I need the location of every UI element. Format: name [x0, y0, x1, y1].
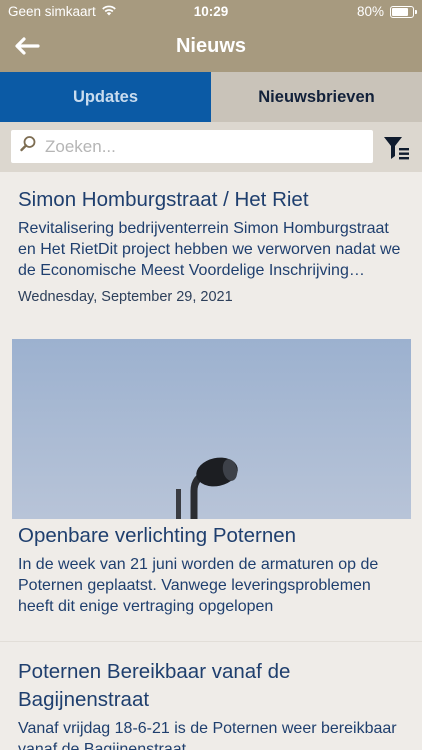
- news-item-title: Simon Homburgstraat / Het Riet: [18, 188, 309, 211]
- news-item[interactable]: Openbare verlichting Poternen In de week…: [0, 522, 422, 617]
- tab-bar: Updates Nieuwsbrieven: [0, 72, 422, 122]
- app-header: Geen simkaart 10:29 80% Nieuws: [0, 0, 422, 72]
- news-item-summary: Vanaf vrijdag 18-6-21 is de Poternen wee…: [18, 720, 397, 750]
- news-item-summary: Revitalisering bedrijventerrein Simon Ho…: [18, 220, 401, 279]
- news-feed: Simon Homburgstraat / Het Riet Revitalis…: [0, 172, 422, 750]
- news-item[interactable]: Poternen Bereikbaar vanaf de Bagijnenstr…: [0, 658, 422, 750]
- magnifier-icon: [19, 135, 37, 158]
- status-right: 80%: [356, 4, 417, 19]
- tab-nieuwsbrieven[interactable]: Nieuwsbrieven: [211, 72, 422, 122]
- news-item-title: Openbare verlichting Poternen: [18, 524, 297, 547]
- tab-updates[interactable]: Updates: [0, 72, 211, 122]
- street-lamp-photo: [12, 339, 411, 519]
- status-bar: Geen simkaart 10:29 80%: [0, 0, 422, 24]
- page-title: Nieuws: [175, 35, 247, 57]
- divider: [0, 641, 422, 642]
- news-item-date: Wednesday, September 29, 2021: [18, 289, 233, 305]
- search-box: [11, 130, 373, 163]
- battery-percent: 80%: [356, 4, 384, 19]
- battery-icon: [390, 5, 417, 18]
- news-item-title: Poternen Bereikbaar vanaf de Bagijnenstr…: [18, 660, 291, 711]
- navigation-bar: Nieuws: [0, 24, 422, 72]
- search-bar: [0, 122, 422, 172]
- news-item-image[interactable]: [12, 339, 411, 519]
- news-item-summary: In de week van 21 juni worden de armatur…: [18, 556, 379, 615]
- filter-button[interactable]: [382, 134, 412, 162]
- battery-level: [392, 7, 408, 16]
- battery-tip: [415, 9, 417, 14]
- filter-list-icon: [382, 137, 412, 166]
- search-input[interactable]: [45, 136, 365, 157]
- news-item[interactable]: Simon Homburgstraat / Het Riet Revitalis…: [0, 186, 422, 305]
